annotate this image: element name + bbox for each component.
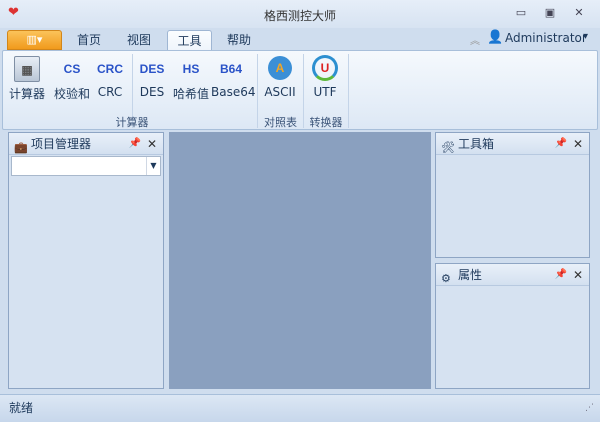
panel-title: 属性 xyxy=(458,268,483,282)
close-icon[interactable]: ✕ xyxy=(147,133,157,155)
toolbox-panel: 🛠 工具箱 📌 ✕ xyxy=(435,132,590,258)
chevron-down-icon[interactable]: ▼ xyxy=(146,157,160,175)
crc-button[interactable]: CRC CRC xyxy=(92,54,128,104)
group-label-table: 对照表 xyxy=(264,116,297,129)
tab-tools[interactable]: 工具 xyxy=(167,30,212,51)
close-icon[interactable]: ✕ xyxy=(573,133,583,155)
project-select[interactable]: ▼ xyxy=(11,156,161,176)
pin-icon[interactable]: 📌 xyxy=(129,133,141,155)
des-button[interactable]: DES DES xyxy=(135,54,169,104)
status-text: 就绪 xyxy=(9,401,34,415)
group-label-calculator: 计算器 xyxy=(115,116,149,129)
pin-icon[interactable]: 📌 xyxy=(555,264,567,286)
app-menu-button[interactable]: ▥▾ xyxy=(7,30,62,50)
tab-help[interactable]: 帮助 xyxy=(216,30,262,50)
user-name[interactable]: Administrator xyxy=(505,31,587,45)
des-icon: DES xyxy=(139,62,165,76)
tab-home[interactable]: 首页 xyxy=(66,30,112,50)
pin-icon[interactable]: 📌 xyxy=(555,133,567,155)
utf-convert-icon: U xyxy=(312,55,338,81)
gear-icon: ⚙ xyxy=(441,272,451,285)
crc-icon: CRC xyxy=(97,62,123,76)
title-bar: ❤ 格西测控大师 ▭ ▣ ✕ xyxy=(0,0,600,28)
ascii-button[interactable]: A ASCII xyxy=(261,54,299,104)
document-workspace xyxy=(169,132,431,389)
close-icon[interactable]: ✕ xyxy=(573,264,583,286)
close-button[interactable]: ✕ xyxy=(570,6,588,20)
hash-button[interactable]: HS 哈希值 xyxy=(172,54,210,104)
collapse-ribbon-icon[interactable]: ︽ xyxy=(470,32,480,47)
properties-panel: ⚙ 属性 📌 ✕ xyxy=(435,263,590,389)
tab-view[interactable]: 视图 xyxy=(116,30,162,50)
user-dropdown-icon[interactable]: ▾ xyxy=(583,31,588,42)
minimize-button[interactable]: ▭ xyxy=(512,6,530,20)
hash-icon: HS xyxy=(182,62,200,76)
checksum-button[interactable]: CS 校验和 xyxy=(53,54,91,104)
resize-grip-icon[interactable]: ⋰ xyxy=(585,395,594,421)
utf-button[interactable]: U UTF xyxy=(306,54,344,104)
window-title: 格西测控大师 xyxy=(263,9,336,23)
project-manager-panel: 💼 项目管理器 📌 ✕ ▼ xyxy=(8,132,164,389)
checksum-icon: CS xyxy=(63,62,81,76)
panel-title: 项目管理器 xyxy=(31,137,92,151)
base64-icon: B64 xyxy=(219,62,242,76)
calculator-icon: ▦ xyxy=(14,56,40,82)
separator xyxy=(348,54,349,128)
group-label-converter: 转换器 xyxy=(309,116,343,129)
panel-title: 工具箱 xyxy=(458,137,495,151)
status-bar: 就绪 ⋰ xyxy=(0,394,600,422)
ascii-magnifier-icon: A xyxy=(268,56,292,80)
base64-button[interactable]: B64 Base64 xyxy=(211,54,256,104)
maximize-button[interactable]: ▣ xyxy=(541,6,559,20)
user-icon: 👤 xyxy=(487,30,504,45)
calculator-button[interactable]: ▦ 计算器 xyxy=(8,54,46,104)
tools-icon: 🛠 xyxy=(441,141,455,154)
